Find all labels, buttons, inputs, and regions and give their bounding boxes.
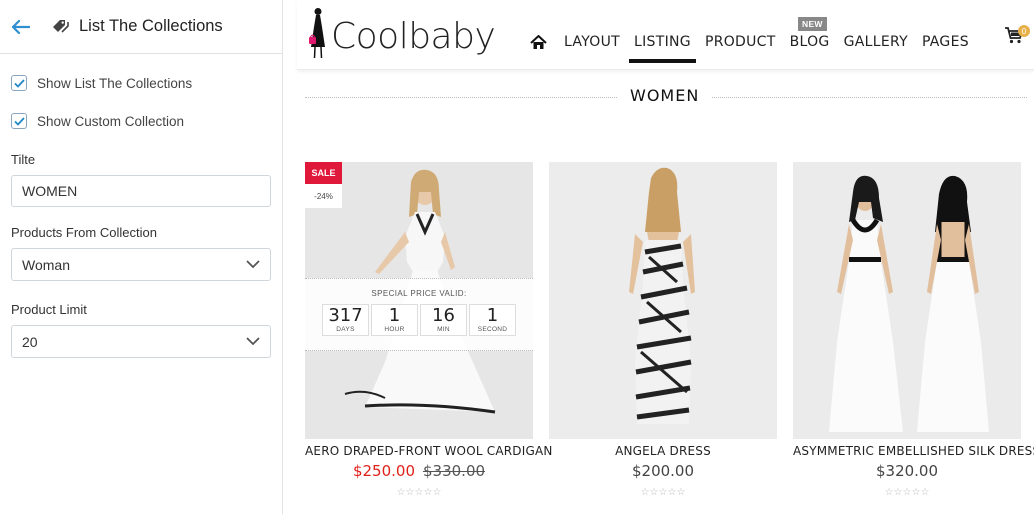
panel-header: List The Collections <box>0 0 282 54</box>
section-header: WOMEN <box>305 86 1027 108</box>
section-divider-right <box>712 97 1027 98</box>
price-row: $250.00 $330.00 <box>305 462 533 480</box>
countdown-unit: DAYS <box>336 326 355 333</box>
checkmark-icon <box>13 116 25 126</box>
show-list-collections-row[interactable]: Show List The Collections <box>0 64 282 102</box>
new-badge: NEW <box>798 17 827 31</box>
product-limit-select[interactable]: 20 <box>11 325 271 358</box>
countdown-value: 1 <box>388 305 401 326</box>
cart-count-badge: 0 <box>1018 25 1030 37</box>
tags-icon <box>52 18 70 36</box>
collection-field-label: Products From Collection <box>11 225 157 240</box>
home-icon <box>530 34 547 49</box>
countdown-hours: 1 HOUR <box>371 304 418 336</box>
product-limit-value: 20 <box>22 333 38 350</box>
title-input[interactable] <box>11 175 271 207</box>
product-card[interactable]: ASYMMETRIC EMBELLISHED SILK DRESS $320.0… <box>793 162 1034 498</box>
countdown-title: SPECIAL PRICE VALID: <box>371 289 467 298</box>
main-nav: LAYOUT LISTING PRODUCT BLOG GALLERY PAGE… <box>530 33 983 63</box>
countdown-value: 317 <box>328 305 363 326</box>
product-image[interactable] <box>549 162 777 439</box>
title-fade <box>222 0 242 53</box>
limit-field-label: Product Limit <box>11 302 87 317</box>
rating-stars: ☆☆☆☆☆ <box>396 487 442 498</box>
collection-select-value: Woman <box>22 256 70 273</box>
settings-panel: List The Collections Show List The Colle… <box>0 0 283 514</box>
product-image[interactable]: SALE -24% SPECIAL PRICE VALID: 317 DAYS … <box>305 162 533 439</box>
back-button[interactable] <box>10 16 32 38</box>
product-name[interactable]: ASYMMETRIC EMBELLISHED SILK DRESS <box>793 444 1034 458</box>
product-name[interactable]: AERO DRAPED-FRONT WOOL CARDIGAN <box>305 444 552 458</box>
sale-badge: SALE <box>305 162 342 184</box>
chevron-down-icon <box>246 260 260 269</box>
nav-item-product[interactable]: PRODUCT <box>705 34 776 50</box>
nav-item-gallery[interactable]: GALLERY <box>844 34 908 50</box>
countdown-boxes: 317 DAYS 1 HOUR 16 MIN 1 SECOND <box>305 304 533 336</box>
countdown-value: 16 <box>432 305 455 326</box>
collection-select[interactable]: Woman <box>11 248 271 281</box>
countdown-unit: SECOND <box>477 326 508 333</box>
product-card[interactable]: ANGELA DRESS $200.00 ☆☆☆☆☆ <box>549 162 777 498</box>
product-card[interactable]: SALE -24% SPECIAL PRICE VALID: 317 DAYS … <box>305 162 552 498</box>
countdown-minutes: 16 MIN <box>420 304 467 336</box>
nav-item-pages[interactable]: PAGES <box>922 34 969 50</box>
show-custom-collection-checkbox[interactable] <box>11 113 27 129</box>
section-title: WOMEN <box>630 86 700 105</box>
show-list-collections-label: Show List The Collections <box>37 75 193 91</box>
nav-item-layout[interactable]: LAYOUT <box>564 34 620 50</box>
logo-figure-icon <box>309 8 325 59</box>
rating-stars: ☆☆☆☆☆ <box>884 487 930 498</box>
store-preview: Coolbaby LAYOUT LISTING PRODUCT BLOG GAL… <box>297 0 1034 514</box>
new-badge-label: NEW <box>798 17 827 31</box>
price-row: $320.00 <box>793 462 1021 480</box>
product-name[interactable]: ANGELA DRESS <box>549 444 777 458</box>
nav-item-blog[interactable]: BLOG <box>790 34 830 50</box>
product-price: $320.00 <box>875 462 939 480</box>
store-header: Coolbaby LAYOUT LISTING PRODUCT BLOG GAL… <box>297 0 1034 70</box>
nav-item-listing[interactable]: LISTING <box>629 34 696 63</box>
product-photo-dress <box>793 162 1021 439</box>
product-price: $250.00 <box>352 462 415 480</box>
countdown-days: 317 DAYS <box>322 304 369 336</box>
store-logo[interactable]: Coolbaby <box>307 7 496 59</box>
countdown-unit: HOUR <box>384 326 405 333</box>
show-custom-collection-row[interactable]: Show Custom Collection <box>0 102 282 140</box>
panel-title: List The Collections <box>79 17 223 35</box>
chevron-down-icon <box>246 337 260 346</box>
product-price: $200.00 <box>631 462 695 480</box>
home-link[interactable] <box>530 33 548 51</box>
show-custom-collection-label: Show Custom Collection <box>37 113 185 129</box>
arrow-left-icon <box>12 19 30 34</box>
product-image[interactable] <box>793 162 1021 439</box>
section-divider-left <box>305 97 617 98</box>
countdown-timer: SPECIAL PRICE VALID: 317 DAYS 1 HOUR 16 … <box>305 278 533 351</box>
product-old-price: $330.00 <box>423 462 486 480</box>
countdown-seconds: 1 SECOND <box>469 304 516 336</box>
checkmark-icon <box>13 78 25 88</box>
countdown-value: 1 <box>486 305 499 326</box>
title-field-label: Tilte <box>11 152 36 167</box>
countdown-unit: MIN <box>437 326 450 333</box>
price-row: $200.00 <box>549 462 777 480</box>
rating-stars: ☆☆☆☆☆ <box>640 487 686 498</box>
discount-badge: -24% <box>305 184 342 208</box>
product-photo-dress <box>549 162 777 439</box>
show-list-collections-checkbox[interactable] <box>11 75 27 91</box>
logo-text: Coolbaby <box>331 16 496 57</box>
